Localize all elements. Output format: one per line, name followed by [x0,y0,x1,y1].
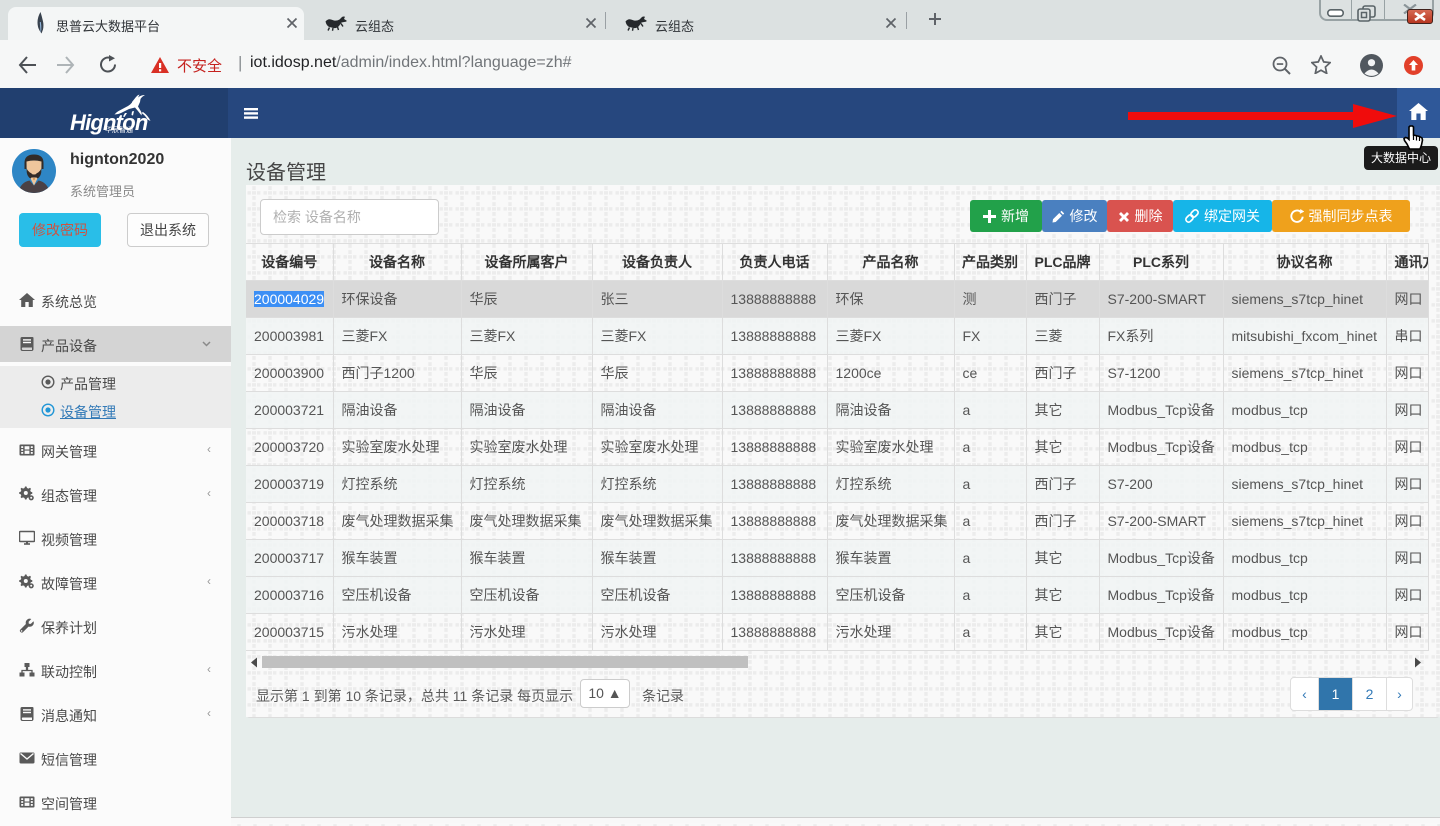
svg-text:华辰智通: 华辰智通 [105,125,133,134]
